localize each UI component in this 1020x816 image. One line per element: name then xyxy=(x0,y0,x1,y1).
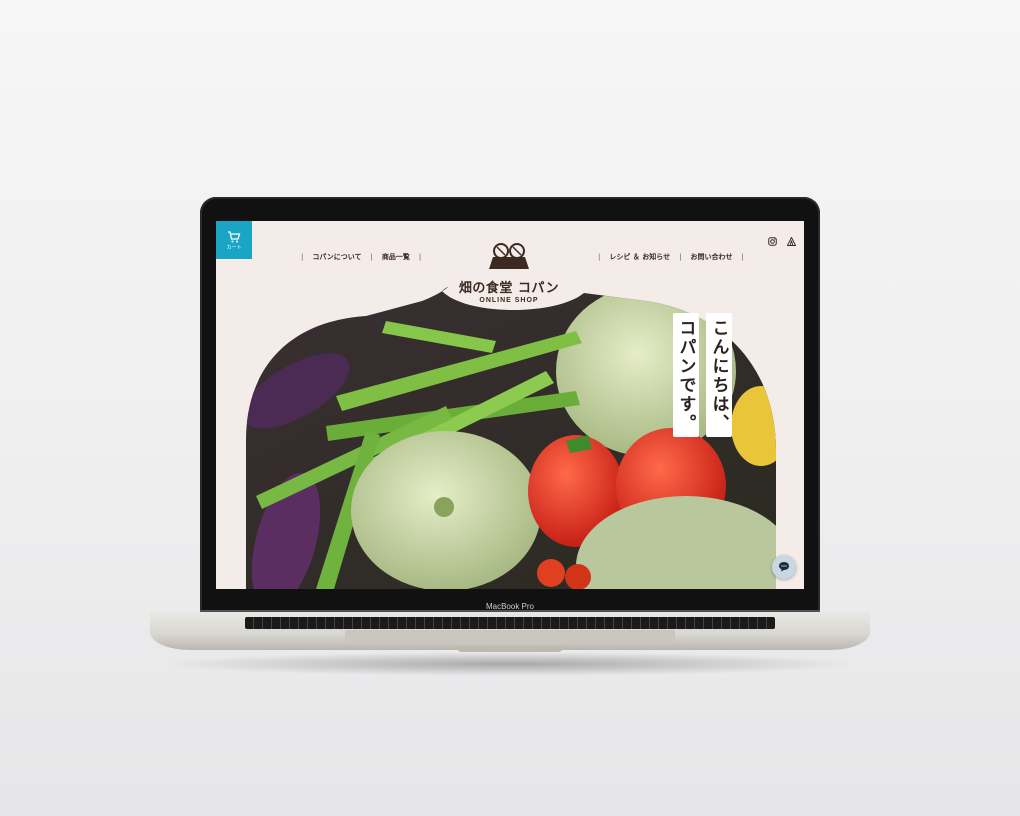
base-notch xyxy=(456,646,564,652)
logo-subtitle: ONLINE SHOP xyxy=(479,297,539,304)
greeting-line-2: コパンです。 xyxy=(673,313,699,437)
logo-title: 畑の食堂 コパン xyxy=(458,281,560,296)
nav-right: | レシピ ＆ お知らせ | お問い合わせ | xyxy=(598,253,744,261)
logo-mascot-icon xyxy=(489,243,529,269)
site-logo[interactable]: 畑の食堂 コパン ONLINE SHOP xyxy=(452,241,566,304)
nav-item-about[interactable]: コパンについて xyxy=(312,253,361,261)
website-screen: カート | コパンについて | 商品一覧 | 畑の食堂 コパン ONLINE SHOP … xyxy=(216,221,804,589)
cart-label: カート xyxy=(226,245,242,251)
nav-item-products[interactable]: 商品一覧 xyxy=(382,253,410,261)
chat-button[interactable] xyxy=(772,555,796,579)
cart-icon xyxy=(228,231,241,243)
cart-button[interactable]: カート xyxy=(216,221,252,259)
chat-icon xyxy=(779,562,789,572)
hero-greeting: コパンです。 こんにちは、 xyxy=(673,313,732,437)
laptop-shadow xyxy=(160,652,860,676)
greeting-line-1: こんにちは、 xyxy=(706,313,732,437)
nav-item-contact[interactable]: お問い合わせ xyxy=(690,253,732,261)
nav-left: | コパンについて | 商品一覧 | xyxy=(301,253,422,261)
nav-item-recipes-news[interactable]: レシピ ＆ お知らせ xyxy=(609,253,670,261)
keyboard xyxy=(245,617,775,629)
social-icons xyxy=(763,230,797,250)
tent-icon[interactable] xyxy=(786,231,797,250)
trackpad xyxy=(345,630,675,644)
instagram-icon[interactable] xyxy=(768,231,777,250)
